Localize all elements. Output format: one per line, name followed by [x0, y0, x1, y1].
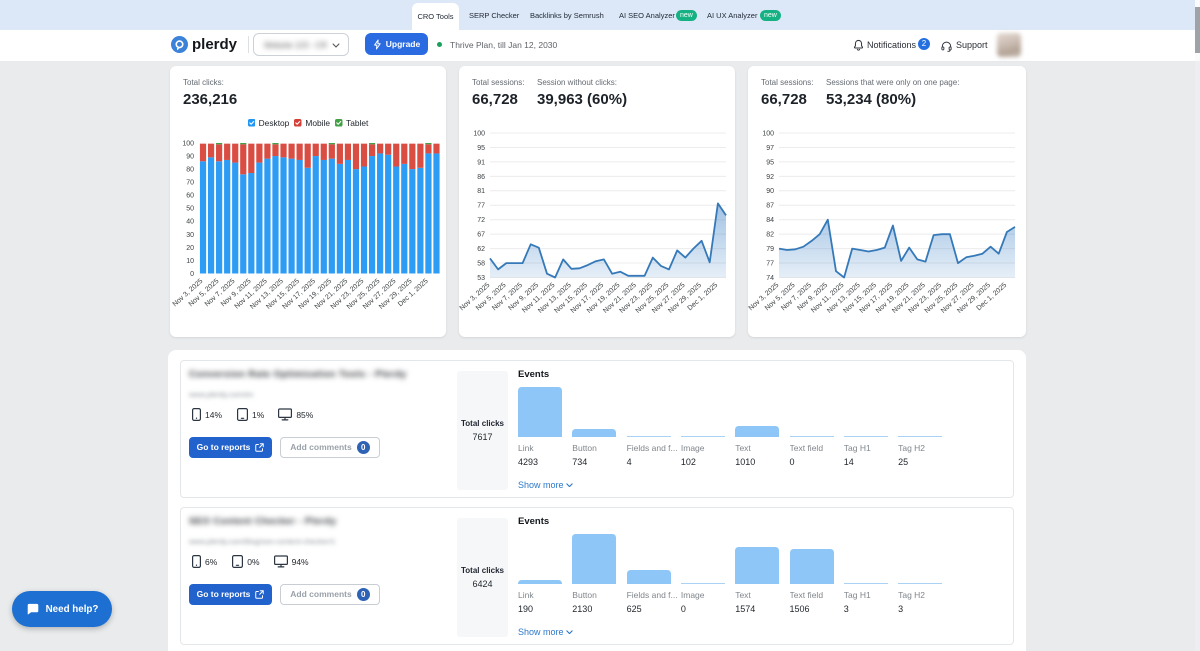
svg-text:70: 70	[186, 180, 194, 187]
svg-text:90: 90	[766, 188, 774, 195]
svg-text:79: 79	[766, 246, 774, 253]
svg-text:84: 84	[766, 217, 774, 224]
svg-text:53: 53	[477, 275, 485, 282]
svg-text:95: 95	[477, 145, 485, 152]
svg-text:77: 77	[766, 261, 774, 268]
svg-text:92: 92	[766, 174, 774, 181]
svg-text:86: 86	[477, 174, 485, 181]
svg-text:95: 95	[766, 159, 774, 166]
svg-text:30: 30	[186, 232, 194, 239]
svg-text:10: 10	[186, 258, 194, 265]
svg-text:20: 20	[186, 245, 194, 252]
svg-text:62: 62	[477, 246, 485, 253]
svg-text:100: 100	[762, 130, 774, 137]
svg-text:80: 80	[186, 167, 194, 174]
svg-text:74: 74	[766, 275, 774, 282]
svg-text:82: 82	[766, 232, 774, 239]
svg-text:90: 90	[186, 154, 194, 161]
svg-text:91: 91	[477, 159, 485, 166]
svg-text:77: 77	[477, 203, 485, 210]
svg-text:100: 100	[473, 130, 485, 137]
svg-text:67: 67	[477, 232, 485, 239]
svg-text:87: 87	[766, 203, 774, 210]
svg-text:40: 40	[186, 219, 194, 226]
svg-text:100: 100	[182, 140, 194, 147]
svg-text:72: 72	[477, 217, 485, 224]
svg-text:58: 58	[477, 261, 485, 268]
svg-text:0: 0	[190, 271, 194, 278]
svg-text:81: 81	[477, 188, 485, 195]
svg-text:97: 97	[766, 145, 774, 152]
svg-text:60: 60	[186, 193, 194, 200]
svg-text:50: 50	[186, 206, 194, 213]
